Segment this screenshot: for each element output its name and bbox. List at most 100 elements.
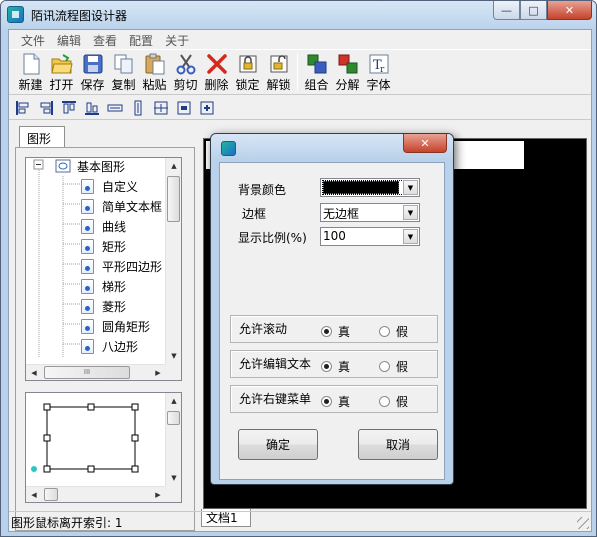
dialog-close-button[interactable]: ✕ [403, 134, 447, 153]
tree-item[interactable]: 曲线 [81, 216, 126, 236]
allow-edit-text-group: 允许编辑文本 真 假 [230, 350, 438, 378]
scroll-right-icon[interactable]: ▶ [150, 365, 166, 380]
unlock-label: 解锁 [266, 78, 291, 92]
font-button[interactable]: Tr 字体 [363, 53, 394, 93]
radio-unselected-icon [379, 396, 390, 407]
scroll-left-icon[interactable]: ◀ [26, 487, 42, 503]
allow-scroll-true-radio[interactable]: 真 [321, 323, 350, 340]
scroll-thumb[interactable] [167, 176, 180, 222]
copy-button[interactable]: 复制 [108, 53, 139, 93]
scroll-left-icon[interactable]: ◀ [26, 365, 42, 380]
align-toolbar [9, 96, 591, 120]
save-label: 保存 [80, 78, 105, 92]
center-vertical-icon[interactable] [176, 100, 192, 116]
tree-item[interactable]: 平形四边形 [81, 256, 162, 276]
group-button[interactable]: 组合 [301, 53, 332, 93]
preview-horizontal-scrollbar[interactable]: ◀ ▶ [26, 486, 166, 502]
same-size-icon[interactable] [199, 100, 215, 116]
chevron-down-icon[interactable]: ▼ [403, 229, 418, 244]
align-right-icon[interactable] [38, 100, 54, 116]
allow-edit-text-true-radio[interactable]: 真 [321, 358, 350, 375]
scroll-down-icon[interactable]: ▼ [166, 470, 182, 486]
shape-node-icon [81, 178, 94, 194]
background-color-select[interactable]: ▼ [320, 178, 420, 197]
scroll-up-icon[interactable]: ▲ [166, 393, 182, 409]
scroll-corner [165, 364, 181, 380]
resize-grip-icon[interactable] [577, 517, 589, 529]
allow-scroll-false-radio[interactable]: 假 [379, 323, 408, 340]
shape-tree[interactable]: 基本图形 自定义 简单文本框 曲线 矩形 平形四边形 梯形 菱形 圆角矩形 八边… [25, 157, 182, 381]
chevron-down-icon[interactable]: ▼ [403, 205, 418, 220]
maximize-button[interactable]: □ [520, 1, 547, 20]
status-text: 图形鼠标离开索引: 1 [11, 516, 123, 530]
tree-item[interactable]: 自定义 [81, 176, 138, 196]
allow-context-menu-true-radio[interactable]: 真 [321, 393, 350, 410]
tree-item[interactable]: 八边形 [81, 336, 138, 356]
border-select[interactable]: 无边框 ▼ [320, 203, 420, 222]
dialog-body: 背景颜色 ▼ 边框 无边框 ▼ 显示比例(%) 100 ▼ 允许滚动 真 假 允… [219, 162, 445, 480]
cut-button[interactable]: 剪切 [170, 53, 201, 93]
new-file-icon [20, 53, 42, 75]
scroll-down-icon[interactable]: ▼ [166, 348, 181, 364]
tree-root[interactable]: 基本图形 [55, 158, 125, 176]
menu-about[interactable]: 关于 [159, 30, 195, 48]
align-top-icon[interactable] [61, 100, 77, 116]
open-button[interactable]: 打开 [46, 53, 77, 93]
menu-edit[interactable]: 编辑 [51, 30, 87, 48]
title-bar[interactable]: 陌讯流程图设计器 — □ ✕ [1, 1, 596, 29]
tree-item[interactable]: 简单文本框 [81, 196, 162, 216]
unlock-button[interactable]: 解锁 [263, 53, 294, 93]
scroll-thumb[interactable]: III [44, 366, 130, 379]
dialog-app-icon [221, 141, 236, 156]
align-left-icon[interactable] [15, 100, 31, 116]
tab-shapes[interactable]: 图形 [19, 126, 65, 148]
tree-vertical-scrollbar[interactable]: ▲ ▼ [165, 158, 181, 364]
scale-select[interactable]: 100 ▼ [320, 227, 420, 246]
menu-view[interactable]: 查看 [87, 30, 123, 48]
cancel-button[interactable]: 取消 [358, 429, 438, 460]
main-toolbar: 新建 打开 保存 复制 粘贴 剪切 删除 锁定 解锁 组合 分解 T r 字体 [9, 49, 591, 95]
font-icon: Tr [368, 53, 390, 75]
chevron-down-icon[interactable]: ▼ [403, 180, 418, 195]
scroll-thumb[interactable] [44, 488, 58, 501]
tree-item[interactable]: 菱形 [81, 296, 126, 316]
dialog-title-bar[interactable]: ✕ [211, 134, 453, 160]
allow-edit-text-false-radio[interactable]: 假 [379, 358, 408, 375]
ungroup-button[interactable]: 分解 [332, 53, 363, 93]
new-button[interactable]: 新建 [15, 53, 46, 93]
align-bottom-icon[interactable] [84, 100, 100, 116]
lock-button[interactable]: 锁定 [232, 53, 263, 93]
scroll-thumb[interactable] [167, 411, 180, 425]
shape-preview: ▲ ▼ ◀ ▶ [25, 392, 182, 503]
allow-scroll-group: 允许滚动 真 假 [230, 315, 438, 343]
tree-item-label: 平形四边形 [102, 259, 163, 274]
allow-context-menu-false-radio[interactable]: 假 [379, 393, 408, 410]
close-button[interactable]: ✕ [547, 1, 592, 20]
tree-horizontal-scrollbar[interactable]: ◀ III ▶ [26, 364, 166, 380]
color-swatch [323, 181, 399, 194]
minimize-button[interactable]: — [493, 1, 520, 20]
same-width-icon[interactable] [107, 100, 123, 116]
menu-file[interactable]: 文件 [15, 30, 51, 48]
allow-edit-text-label: 允许编辑文本 [239, 357, 312, 371]
tree-item[interactable]: 圆角矩形 [81, 316, 150, 336]
tree-item-label: 简单文本框 [102, 199, 163, 214]
same-height-icon[interactable] [130, 100, 146, 116]
copy-label: 复制 [111, 78, 136, 92]
delete-button[interactable]: 删除 [201, 53, 232, 93]
scale-label: 显示比例(%) [238, 231, 307, 245]
shape-node-icon [81, 198, 94, 214]
properties-dialog: ✕ 背景颜色 ▼ 边框 无边框 ▼ 显示比例(%) 100 ▼ 允许滚动 真 假… [210, 133, 454, 485]
ok-button[interactable]: 确定 [238, 429, 318, 460]
save-button[interactable]: 保存 [77, 53, 108, 93]
tree-item[interactable]: 梯形 [81, 276, 126, 296]
paste-button[interactable]: 粘贴 [139, 53, 170, 93]
preview-vertical-scrollbar[interactable]: ▲ ▼ [165, 393, 181, 486]
scroll-right-icon[interactable]: ▶ [150, 487, 166, 503]
scroll-up-icon[interactable]: ▲ [166, 158, 181, 174]
center-horizontal-icon[interactable] [153, 100, 169, 116]
lock-label: 锁定 [235, 78, 260, 92]
allow-context-menu-group: 允许右键菜单 真 假 [230, 385, 438, 413]
tree-item[interactable]: 矩形 [81, 236, 126, 256]
menu-config[interactable]: 配置 [123, 30, 159, 48]
